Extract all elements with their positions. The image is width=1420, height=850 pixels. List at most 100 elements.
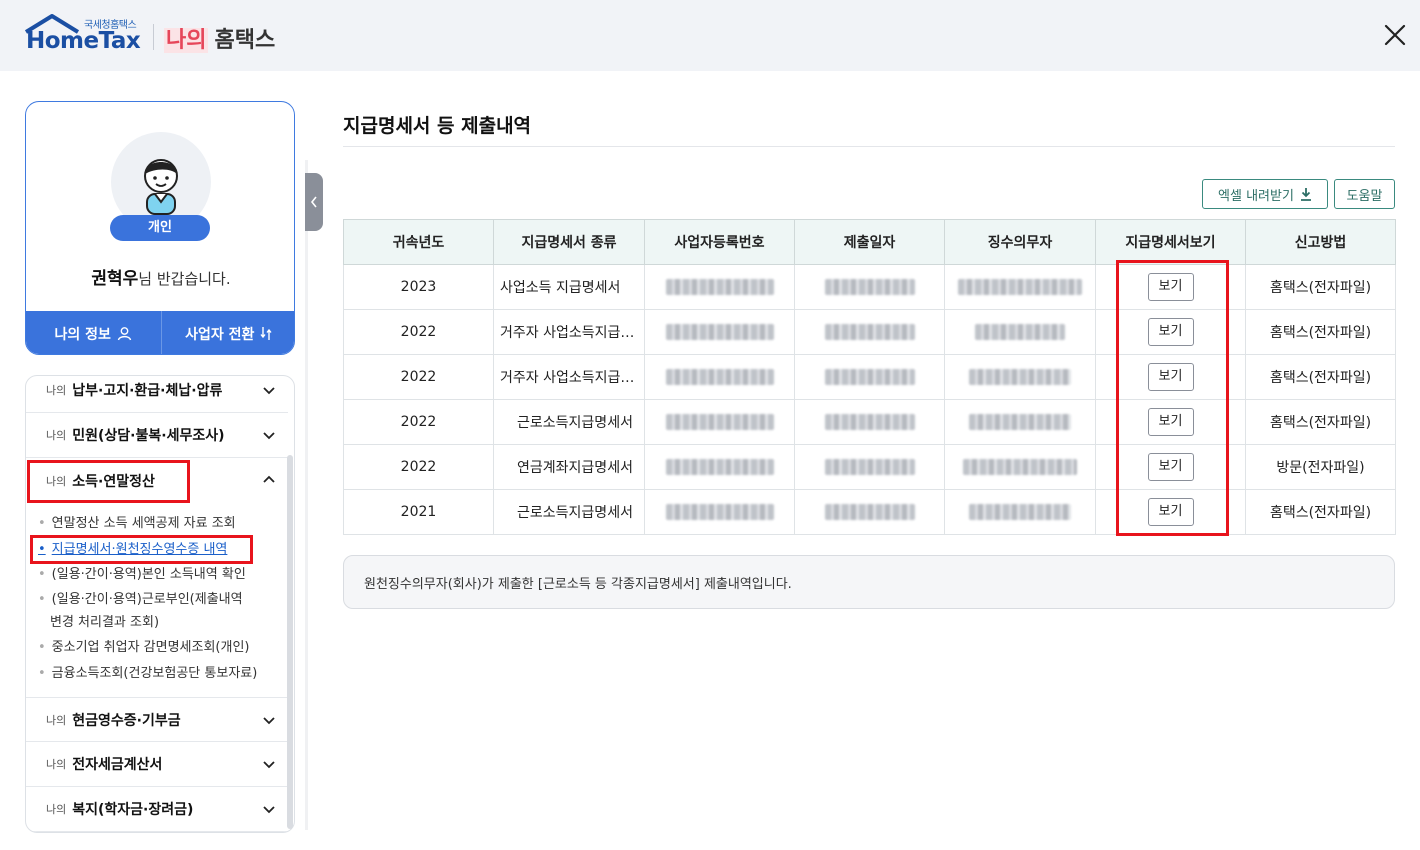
help-button[interactable]: 도움말: [1334, 179, 1395, 209]
view-button[interactable]: 보기: [1147, 453, 1194, 481]
chevron-up-icon: [263, 475, 275, 483]
submenu-labor-denial-cont[interactable]: 변경 처리결과 조회): [50, 611, 159, 634]
submenu-year-end-data[interactable]: • 연말정산 소득 세액공제 자료 조회: [38, 512, 236, 535]
switch-arrows-icon: [260, 327, 272, 340]
cell-method: 홈택스(전자파일): [1245, 309, 1396, 355]
table-header-row: 귀속년도 지급명세서 종류 사업자등록번호 제출일자 징수의무자 지급명세서보기…: [343, 219, 1396, 265]
menu-item-e-invoice[interactable]: 나의 전자세금계산서: [26, 742, 288, 787]
cell-kind: 사업소득 지급명세서: [493, 264, 645, 310]
cell-withholder-redacted: [944, 309, 1096, 355]
menu-item-civil[interactable]: 나의 민원(상담·불복·세무조사): [26, 413, 288, 458]
col-kind: 지급명세서 종류: [493, 219, 645, 265]
info-note: 원천징수의무자(회사)가 제출한 [근로소득 등 각종지급명세서] 제출내역입니…: [343, 555, 1395, 609]
menu-item-label: 현금영수증·기부금: [72, 712, 181, 729]
cell-business-number-redacted: [644, 264, 795, 310]
business-switch-button[interactable]: 사업자 전환: [160, 311, 295, 354]
view-button[interactable]: 보기: [1147, 273, 1194, 301]
close-icon[interactable]: [1382, 22, 1408, 48]
my-info-label: 나의 정보: [54, 326, 111, 343]
profile-card: 개인 권혁우님 반갑습니다. 나의 정보 사업자 전환: [25, 101, 295, 355]
cell-kind: 근로소득지급명세서: [493, 399, 645, 445]
menu-item-income[interactable]: 나의 소득·연말정산: [26, 458, 288, 503]
submenu-payment-statement[interactable]: • 지급명세서·원천징수영수증 내역: [38, 538, 227, 561]
my-prefix: 나의: [164, 28, 209, 53]
cell-kind: 근로소득지급명세서: [493, 489, 645, 535]
cell-submit-date-redacted: [794, 354, 945, 400]
submenu-sme-reduction[interactable]: • 중소기업 취업자 감면명세조회(개인): [38, 636, 249, 659]
cell-submit-date-redacted: [794, 444, 945, 490]
submenu-financial-income[interactable]: • 금융소득조회(건강보험공단 통보자료): [38, 662, 257, 685]
sidebar-collapse-button[interactable]: [305, 173, 323, 231]
view-button[interactable]: 보기: [1147, 408, 1194, 436]
chevron-down-icon: [263, 717, 275, 725]
submenu-own-income[interactable]: • (일용·간이·용역)본인 소득내역 확인: [38, 563, 246, 586]
my-hometax-label: 홈택스: [214, 28, 276, 53]
cell-view: 보기: [1095, 399, 1246, 445]
cell-view: 보기: [1095, 354, 1246, 400]
col-withholder: 징수의무자: [944, 219, 1096, 265]
col-view: 지급명세서보기: [1095, 219, 1246, 265]
view-button[interactable]: 보기: [1147, 363, 1194, 391]
cell-business-number-redacted: [644, 444, 795, 490]
menu-prefix: 나의: [46, 758, 67, 771]
cell-kind: 거주자 사업소득지급명세서: [493, 309, 645, 355]
chevron-left-icon: [310, 196, 317, 208]
cell-method: 방문(전자파일): [1245, 444, 1396, 490]
view-button[interactable]: 보기: [1147, 498, 1194, 526]
cell-kind: 거주자 사업소득지급명세서: [493, 354, 645, 400]
menu-scrollbar[interactable]: [287, 455, 293, 829]
top-header: 국세청홈택스 HomeTax 나의 홈택스: [0, 0, 1420, 71]
cell-withholder-redacted: [944, 264, 1096, 310]
menu-prefix: 나의: [46, 474, 67, 488]
logo-main-text: HomeTax: [26, 28, 141, 54]
col-submit-date: 제출일자: [794, 219, 945, 265]
hometax-logo[interactable]: 국세청홈택스 HomeTax: [24, 12, 144, 56]
page-title: 지급명세서 등 제출내역: [343, 115, 532, 137]
cell-submit-date-redacted: [794, 264, 945, 310]
cell-view: 보기: [1095, 309, 1246, 355]
cell-withholder-redacted: [944, 399, 1096, 445]
col-method: 신고방법: [1245, 219, 1396, 265]
excel-download-label: 엑셀 내려받기: [1218, 188, 1294, 204]
cell-year: 2022: [343, 399, 494, 445]
person-icon: [117, 327, 132, 341]
chevron-down-icon: [263, 387, 275, 395]
col-business-number: 사업자등록번호: [644, 219, 795, 265]
menu-item-cash-receipt[interactable]: 나의 현금영수증·기부금: [26, 697, 288, 742]
menu-prefix: 나의: [46, 803, 67, 816]
cell-business-number-redacted: [644, 489, 795, 535]
view-button[interactable]: 보기: [1147, 318, 1194, 346]
cell-method: 홈택스(전자파일): [1245, 264, 1396, 310]
chevron-down-icon: [263, 806, 275, 814]
menu-prefix: 나의: [46, 429, 67, 442]
user-type-badge: 개인: [110, 215, 210, 241]
header-divider: [153, 24, 154, 50]
menu-item-label: 소득·연말정산: [72, 473, 155, 490]
cell-method: 홈택스(전자파일): [1245, 354, 1396, 400]
cell-view: 보기: [1095, 264, 1246, 310]
cell-year: 2023: [343, 264, 494, 310]
menu-item-payment[interactable]: 나의 납부·고지·환급·체납·압류: [26, 376, 288, 413]
profile-actions: 나의 정보 사업자 전환: [26, 311, 295, 354]
cell-business-number-redacted: [644, 399, 795, 445]
cell-method: 홈택스(전자파일): [1245, 489, 1396, 535]
cell-business-number-redacted: [644, 354, 795, 400]
menu-prefix: 나의: [46, 384, 67, 397]
cell-year: 2022: [343, 354, 494, 400]
greeting: 권혁우님 반갑습니다.: [26, 264, 294, 289]
submenu-labor-denial[interactable]: • (일용·간이·용역)근로부인(제출내역: [38, 588, 243, 611]
cell-year: 2022: [343, 444, 494, 490]
table-row: 2022 근로소득지급명세서 보기 홈택스(전자파일): [343, 399, 1396, 445]
menu-item-welfare[interactable]: 나의 복지(학자금·장려금): [26, 787, 288, 832]
chevron-down-icon: [263, 432, 275, 440]
cell-method: 홈택스(전자파일): [1245, 399, 1396, 445]
cell-business-number-redacted: [644, 309, 795, 355]
excel-download-button[interactable]: 엑셀 내려받기: [1202, 179, 1328, 209]
table-row: 2023 사업소득 지급명세서 보기 홈택스(전자파일): [343, 264, 1396, 310]
my-info-button[interactable]: 나의 정보: [26, 311, 161, 354]
help-label: 도움말: [1346, 188, 1383, 204]
table-row: 2022 거주자 사업소득지급명세서 보기 홈택스(전자파일): [343, 309, 1396, 355]
cell-withholder-redacted: [944, 444, 1096, 490]
cell-year: 2021: [343, 489, 494, 535]
table-row: 2021 근로소득지급명세서 보기 홈택스(전자파일): [343, 489, 1396, 535]
